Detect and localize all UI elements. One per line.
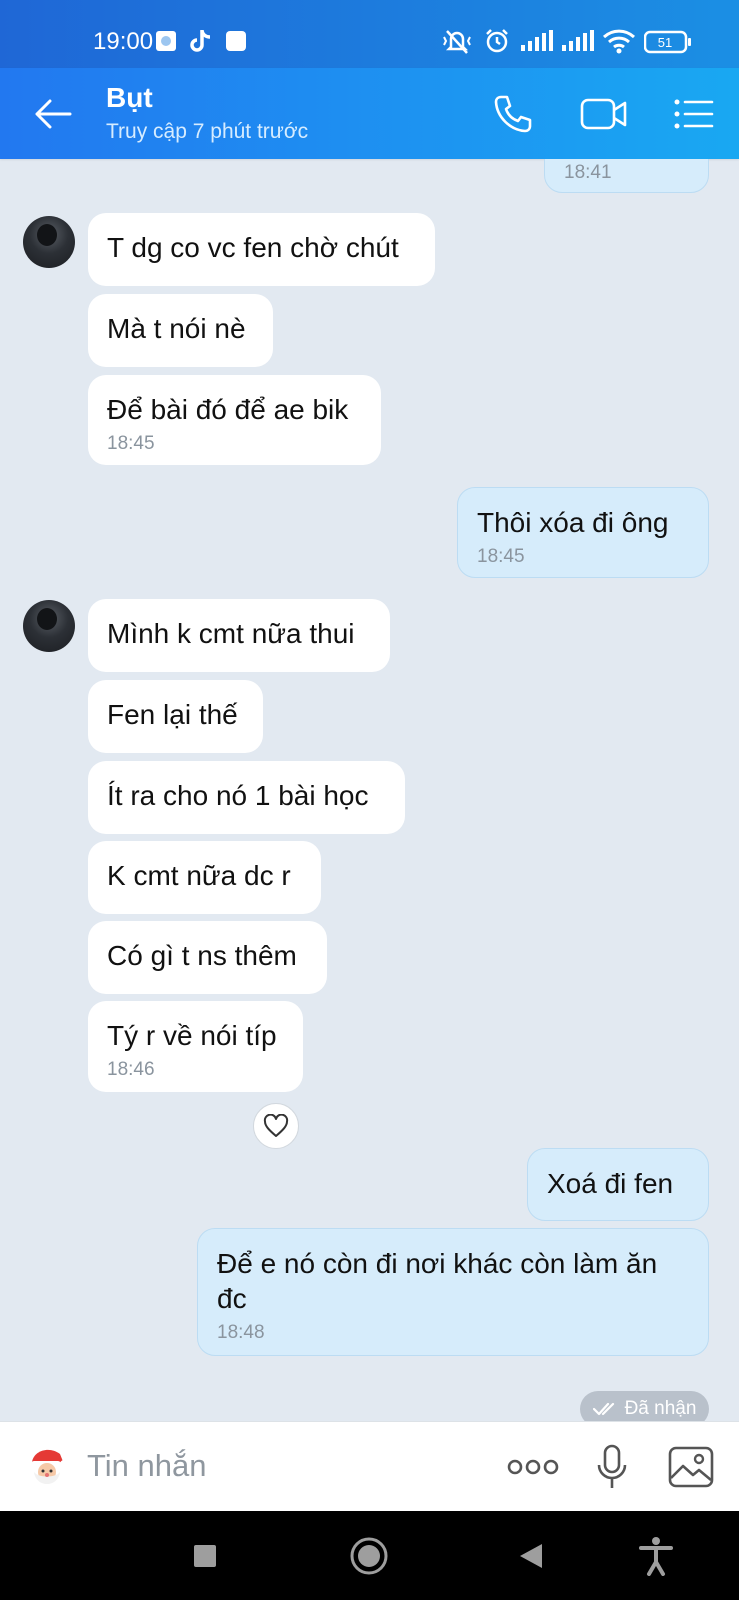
recent-apps-button[interactable]: [182, 1533, 228, 1579]
heart-icon: [263, 1114, 289, 1137]
image-icon: [668, 1446, 714, 1488]
contact-name[interactable]: Bụt: [106, 82, 153, 114]
delivery-status-text: Đã nhận: [624, 1398, 697, 1419]
double-check-icon: [592, 1402, 614, 1416]
avatar[interactable]: [23, 600, 75, 652]
message-bubble-incoming[interactable]: Fen lại thế: [88, 680, 263, 753]
video-call-button[interactable]: [580, 90, 628, 138]
voice-record-button[interactable]: [592, 1442, 632, 1492]
message-text: Xoá đi fen: [547, 1168, 674, 1199]
message-time: 18:48: [217, 1322, 265, 1343]
list-menu-icon: [674, 99, 714, 129]
cloud-notification-icon: [155, 30, 177, 57]
message-text: Có gì t ns thêm: [107, 940, 297, 971]
message-text: Để e nó còn đi nơi khác còn làm ăn đc: [217, 1248, 658, 1314]
video-camera-icon: [580, 98, 627, 130]
status-bar: 19:00 51: [0, 0, 739, 68]
message-text: Mình k cmt nữa thui: [107, 618, 355, 649]
call-button[interactable]: [489, 90, 537, 138]
app-notification-icon: [225, 30, 247, 57]
delivery-status-badge: Đã nhận: [580, 1391, 709, 1421]
gallery-button[interactable]: [666, 1442, 716, 1492]
avatar[interactable]: [23, 216, 75, 268]
back-button[interactable]: [29, 90, 77, 138]
battery-level: 51: [658, 35, 672, 50]
message-bubble-incoming[interactable]: Tý r về nói típ 18:46: [88, 1001, 303, 1092]
message-text: K cmt nữa dc r: [107, 860, 291, 891]
mute-vibrate-icon: [442, 29, 472, 60]
accessibility-button[interactable]: [633, 1533, 679, 1579]
alarm-icon: [484, 28, 510, 59]
message-composer: Tin nhắn: [0, 1421, 739, 1511]
message-bubble-incoming[interactable]: K cmt nữa dc r: [88, 841, 321, 914]
message-bubble-outgoing[interactable]: Để e nó còn đi nơi khác còn làm ăn đc 18:…: [197, 1228, 709, 1356]
message-bubble-outgoing[interactable]: Thôi xóa đi ông 18:45: [457, 487, 709, 578]
microphone-icon: [597, 1444, 627, 1488]
message-text: Fen lại thế: [107, 699, 238, 730]
message-bubble-outgoing[interactable]: 18:41: [544, 159, 709, 193]
message-list[interactable]: 18:41 T dg co vc fen chờ chút Mà t nói n…: [0, 159, 739, 1421]
last-seen-status: Truy cập 7 phút trước: [106, 120, 309, 143]
back-nav-button[interactable]: [508, 1533, 554, 1579]
message-bubble-incoming[interactable]: Mà t nói nè: [88, 294, 273, 367]
message-bubble-incoming[interactable]: Mình k cmt nữa thui: [88, 599, 390, 672]
home-circle-icon: [350, 1537, 388, 1575]
system-navigation-bar: [0, 1511, 739, 1600]
more-button[interactable]: [505, 1442, 561, 1492]
signal-icon-2: [561, 30, 595, 57]
message-time: 18:45: [477, 546, 525, 567]
options-menu-button[interactable]: [670, 90, 718, 138]
more-dots-icon: [507, 1459, 559, 1475]
message-text: Mà t nói nè: [107, 313, 246, 344]
message-bubble-outgoing[interactable]: Xoá đi fen: [527, 1148, 709, 1221]
message-text: T dg co vc fen chờ chút: [107, 232, 399, 263]
react-heart-button[interactable]: [253, 1103, 299, 1149]
battery-icon: 51: [643, 30, 692, 59]
triangle-back-icon: [520, 1544, 542, 1568]
wifi-icon: [602, 28, 636, 59]
message-time: 18:45: [107, 433, 155, 454]
arrow-left-icon: [35, 99, 72, 129]
phone-icon: [494, 95, 532, 133]
signal-icon: [520, 30, 554, 57]
santa-emoji-icon: [31, 1449, 68, 1484]
sticker-button[interactable]: [22, 1442, 72, 1492]
message-input[interactable]: Tin nhắn: [87, 1448, 207, 1484]
message-bubble-incoming[interactable]: Ít ra cho nó 1 bài học: [88, 761, 405, 834]
status-time: 19:00: [93, 28, 154, 55]
tiktok-icon: [190, 29, 212, 58]
message-time: 18:41: [564, 162, 612, 183]
message-time: 18:46: [107, 1059, 155, 1080]
message-bubble-incoming[interactable]: T dg co vc fen chờ chút: [88, 213, 435, 286]
message-text: Thôi xóa đi ông: [477, 507, 669, 538]
message-bubble-incoming[interactable]: Có gì t ns thêm: [88, 921, 327, 994]
message-bubble-incoming[interactable]: Để bài đó để ae bik 18:45: [88, 375, 381, 465]
message-text: Tý r về nói típ: [107, 1020, 277, 1051]
home-button[interactable]: [346, 1533, 392, 1579]
message-text: Ít ra cho nó 1 bài học: [107, 780, 369, 811]
accessibility-icon: [639, 1537, 673, 1576]
square-icon: [194, 1545, 216, 1567]
message-text: Để bài đó để ae bik: [107, 394, 349, 425]
chat-header: Bụt Truy cập 7 phút trước: [0, 68, 739, 159]
